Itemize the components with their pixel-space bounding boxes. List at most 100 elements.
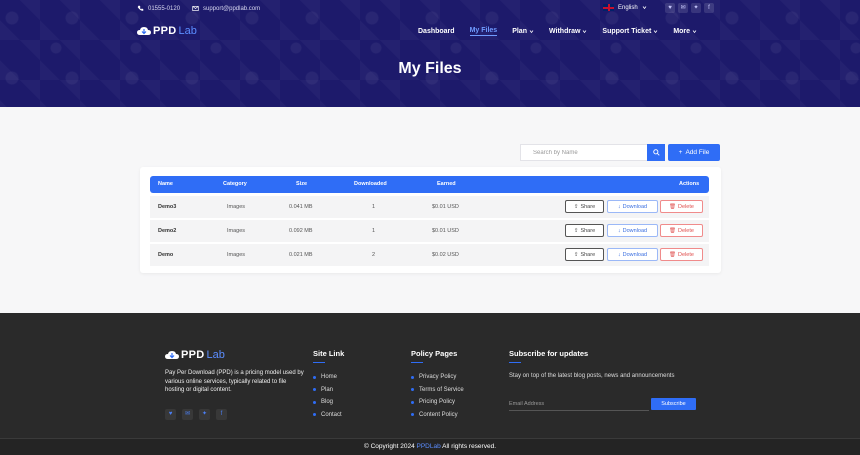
footer-link-content[interactable]: Content Policy [411, 409, 464, 422]
cell-category: Images [227, 228, 246, 234]
files-table-card: Name Category Size Downloaded Earned Act… [140, 167, 721, 273]
delete-button[interactable]: 🗑 Delete [660, 224, 703, 237]
topbar: 01555-0120 support@ppdlab.com English ♥ … [0, 0, 860, 17]
site-logo[interactable]: PPD Lab [137, 25, 197, 37]
table-row: Demo Images 0.021 MB 2 $0.02 USD ⇪ Share … [150, 244, 709, 266]
download-button[interactable]: ↓ Download [607, 224, 658, 237]
email-contact[interactable]: support@ppdlab.com [192, 5, 260, 12]
share-label: Share [580, 203, 596, 210]
footer-link-plan[interactable]: Plan [313, 384, 344, 397]
phone-text: 01555-0120 [148, 5, 181, 12]
table-header: Name Category Size Downloaded Earned Act… [150, 176, 709, 193]
search-button[interactable] [647, 144, 665, 161]
cell-earned: $0.01 USD [432, 228, 459, 234]
footer-link-pricing[interactable]: Pricing Policy [411, 396, 464, 409]
footer-logo[interactable]: PPD Lab [165, 349, 225, 361]
nav-my-files[interactable]: My Files [469, 26, 498, 36]
language-selector[interactable]: English [603, 4, 647, 11]
footer-social: ♥ ✉ ✦ f [165, 409, 227, 420]
mail-icon[interactable]: ✉ [678, 3, 688, 13]
cell-name: Demo [158, 252, 174, 258]
nav-support-ticket[interactable]: Support Ticket [602, 26, 658, 36]
site-link-title: Site Link [313, 349, 345, 358]
phone-contact[interactable]: 01555-0120 [137, 5, 180, 12]
footer-policy-pages: Policy Pages Privacy Policy Terms of Ser… [411, 349, 464, 421]
nav-dashboard[interactable]: Dashboard [418, 26, 455, 36]
nav-label: Withdraw [548, 27, 581, 35]
footer-link-blog[interactable]: Blog [313, 396, 344, 409]
nav-withdraw[interactable]: Withdraw [549, 26, 587, 36]
chevron-down-icon [583, 29, 587, 33]
bullet-icon [313, 400, 316, 404]
cell-downloaded: 2 [372, 252, 376, 258]
bullet-icon [313, 388, 316, 392]
delete-label: Delete [678, 227, 694, 234]
subscribe-form: Subscribe [509, 397, 696, 411]
delete-label: Delete [678, 203, 694, 210]
subscribe-title: Subscribe for updates [509, 349, 589, 358]
policy-pages-title: Policy Pages [411, 349, 458, 358]
twitter-icon[interactable]: ♥ [665, 3, 675, 13]
download-label: Download [622, 251, 648, 258]
facebook-icon[interactable]: f [216, 409, 227, 420]
header-hero: 01555-0120 support@ppdlab.com English ♥ … [0, 0, 860, 107]
delete-button[interactable]: 🗑 Delete [660, 200, 703, 213]
footer-link-terms[interactable]: Terms of Service [411, 384, 464, 397]
share-button[interactable]: ⇪ Share [565, 200, 604, 213]
search-input[interactable] [520, 144, 647, 161]
heading-underline [411, 362, 423, 363]
brand-name-b: Lab [178, 25, 197, 37]
bird-icon[interactable]: ✦ [199, 409, 210, 420]
nav-label: Dashboard [418, 27, 455, 35]
chevron-down-icon [692, 29, 697, 33]
brand-name-a: PPD [153, 25, 177, 37]
add-file-label: Add File [685, 149, 710, 156]
cell-earned: $0.02 USD [432, 252, 459, 258]
chevron-down-icon [529, 29, 534, 33]
page-title: My Files [398, 60, 462, 77]
email-field[interactable] [509, 397, 649, 411]
bird-icon[interactable]: ✦ [691, 3, 701, 13]
link-label: Home [321, 374, 338, 381]
topbar-social: ♥ ✉ ✦ f [665, 3, 714, 13]
header-downloaded: Downloaded [354, 181, 387, 187]
download-icon: ↓ [617, 227, 621, 234]
subscribe-button[interactable]: Subscribe [651, 398, 696, 410]
delete-button[interactable]: 🗑 Delete [660, 248, 703, 261]
heading-underline [509, 362, 521, 363]
phone-icon [137, 5, 144, 11]
nav-label: Support Ticket [602, 27, 652, 35]
cell-size: 0.092 MB [289, 228, 313, 234]
cell-earned: $0.01 USD [432, 204, 459, 210]
share-icon: ⇪ [573, 203, 579, 210]
footer-description: Pay Per Download (PPD) is a pricing mode… [165, 370, 304, 393]
download-icon: ↓ [617, 203, 621, 210]
download-button[interactable]: ↓ Download [607, 200, 658, 213]
twitter-icon[interactable]: ♥ [165, 409, 176, 420]
copyright-bar: © Copyright 2024 PPDLab All rights reser… [0, 438, 860, 455]
download-label: Download [622, 203, 648, 210]
footer-link-contact[interactable]: Contact [313, 409, 344, 422]
nav-plan[interactable]: Plan [512, 26, 534, 36]
footer-site-links: Site Link Home Plan Blog Contact [313, 349, 344, 421]
facebook-icon[interactable]: f [704, 3, 714, 13]
bullet-icon [411, 375, 414, 379]
share-button[interactable]: ⇪ Share [565, 248, 604, 261]
download-button[interactable]: ↓ Download [607, 248, 658, 261]
link-label: Blog [321, 399, 334, 406]
cell-name: Demo2 [158, 228, 177, 234]
footer-subscribe: Subscribe for updates Stay on top of the… [509, 349, 689, 381]
footer-link-home[interactable]: Home [313, 371, 344, 384]
share-label: Share [580, 227, 596, 234]
policy-list: Privacy Policy Terms of Service Pricing … [411, 371, 464, 421]
add-file-button[interactable]: + Add File [668, 144, 720, 161]
nav-more[interactable]: More [673, 26, 697, 36]
copyright-brand-link[interactable]: PPDLab [417, 443, 441, 450]
share-button[interactable]: ⇪ Share [565, 224, 604, 237]
footer-link-privacy[interactable]: Privacy Policy [411, 371, 464, 384]
cell-category: Images [227, 204, 246, 210]
mail-icon[interactable]: ✉ [182, 409, 193, 420]
cell-downloaded: 1 [372, 228, 376, 234]
cell-downloaded: 1 [372, 204, 376, 210]
table-row: Demo3 Images 0.041 MB 1 $0.01 USD ⇪ Share… [150, 196, 709, 218]
